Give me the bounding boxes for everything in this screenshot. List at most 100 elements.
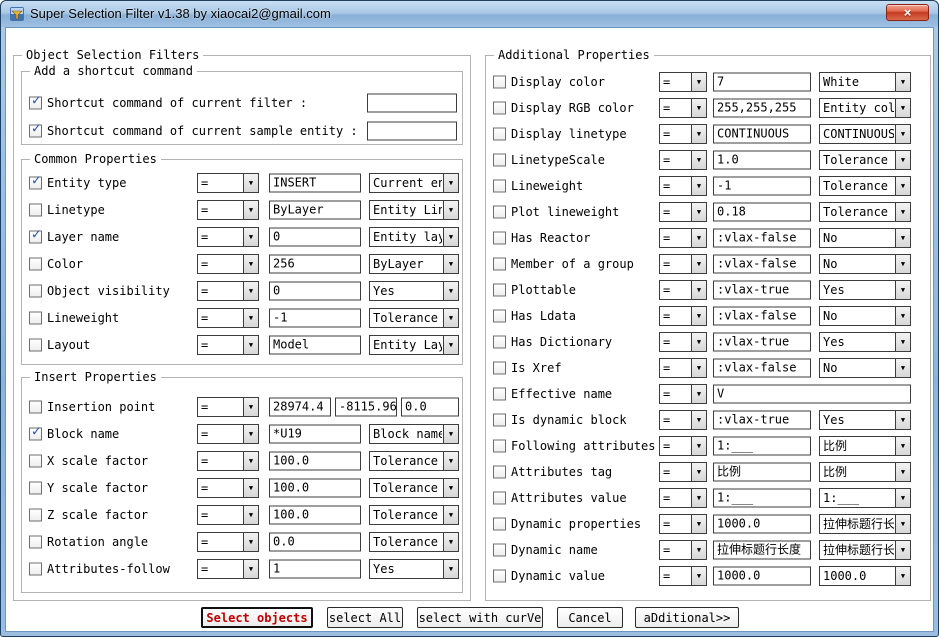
select-objects-button[interactable]: Select objects — [201, 607, 313, 628]
operator-dropdown[interactable]: = ▼ — [659, 384, 707, 404]
checkbox-following-attributes[interactable] — [493, 439, 506, 453]
checkbox-dynamic-name[interactable] — [493, 543, 506, 557]
mode-dropdown[interactable]: No ▼ — [819, 228, 911, 248]
operator-dropdown[interactable]: = ▼ — [659, 124, 707, 144]
value-input[interactable]: 255,255,255 — [713, 98, 811, 118]
value-input[interactable]: 100.0 — [269, 505, 361, 524]
operator-dropdown[interactable]: = ▼ — [197, 172, 259, 193]
mode-dropdown[interactable]: Tolerance ▼ — [819, 176, 911, 196]
checkbox-attributes-follow[interactable] — [29, 562, 42, 575]
operator-dropdown[interactable]: = ▼ — [659, 150, 707, 170]
checkbox-color[interactable] — [29, 257, 42, 270]
mode-dropdown[interactable]: Yes ▼ — [819, 410, 911, 430]
mode-dropdown[interactable]: Entity Layo▼ — [369, 334, 459, 355]
mode-dropdown[interactable]: Yes ▼ — [369, 280, 459, 301]
checkbox-shortcut-command-of-current-sample-entity[interactable]: ✓ — [29, 122, 42, 138]
value-input[interactable]: 256 — [269, 254, 361, 273]
operator-dropdown[interactable]: = ▼ — [197, 423, 259, 444]
value-input[interactable]: :vlax-false — [713, 254, 811, 274]
operator-dropdown[interactable]: = ▼ — [659, 462, 707, 482]
operator-dropdown[interactable]: = ▼ — [197, 280, 259, 301]
value-input[interactable] — [367, 121, 457, 141]
value-input[interactable]: Model — [269, 335, 361, 354]
checkbox-rotation-angle[interactable] — [29, 535, 42, 548]
checkbox-layer-name[interactable]: ✓ — [29, 227, 42, 243]
value-input[interactable]: *U19 — [269, 424, 361, 443]
value-input[interactable]: 0.18 — [713, 202, 811, 222]
value-input[interactable]: -1 — [269, 308, 361, 327]
mode-dropdown[interactable]: No ▼ — [819, 358, 911, 378]
value-input-y[interactable]: -8115.96 — [335, 397, 397, 416]
value-input[interactable]: :vlax-true — [713, 410, 811, 430]
value-input[interactable]: 1000.0 — [713, 514, 811, 534]
value-input-z[interactable]: 0.0 — [401, 397, 459, 416]
mode-dropdown[interactable]: 拉伸标题行长 ▼ — [819, 514, 911, 534]
mode-dropdown[interactable]: Tolerance ▼ — [369, 531, 459, 552]
operator-dropdown[interactable]: = ▼ — [197, 307, 259, 328]
checkbox-x-scale-factor[interactable] — [29, 454, 42, 467]
value-input[interactable]: CONTINUOUS — [713, 124, 811, 144]
checkbox-plot-lineweight[interactable] — [493, 205, 506, 219]
operator-dropdown[interactable]: = ▼ — [197, 253, 259, 274]
value-input[interactable]: :vlax-false — [713, 358, 811, 378]
operator-dropdown[interactable]: = ▼ — [197, 450, 259, 471]
value-input[interactable]: :vlax-false — [713, 228, 811, 248]
operator-dropdown[interactable]: = ▼ — [659, 540, 707, 560]
checkbox-is-dynamic-block[interactable] — [493, 413, 506, 427]
checkbox-shortcut-command-of-current-filter[interactable]: ✓ — [29, 94, 42, 110]
operator-dropdown[interactable]: = ▼ — [197, 558, 259, 579]
value-input-x[interactable]: 28974.4 — [269, 397, 331, 416]
operator-dropdown[interactable]: = ▼ — [659, 566, 707, 586]
operator-dropdown[interactable]: = ▼ — [659, 436, 707, 456]
mode-dropdown[interactable]: Tolerance ▼ — [819, 150, 911, 170]
value-input[interactable]: V — [713, 384, 911, 404]
value-input[interactable]: 1:___ — [713, 436, 811, 456]
value-input[interactable]: 1.0 — [713, 150, 811, 170]
checkbox-attributes-value[interactable] — [493, 491, 506, 505]
mode-dropdown[interactable]: White ▼ — [819, 72, 911, 92]
mode-dropdown[interactable]: 1000.0 ▼ — [819, 566, 911, 586]
mode-dropdown[interactable]: No ▼ — [819, 254, 911, 274]
checkbox-member-of-a-group[interactable] — [493, 257, 506, 271]
operator-dropdown[interactable]: = ▼ — [659, 488, 707, 508]
checkbox-block-name[interactable]: ✓ — [29, 424, 42, 440]
checkbox-object-visibility[interactable] — [29, 284, 42, 297]
checkbox-linetype[interactable] — [29, 203, 42, 216]
value-input[interactable]: -1 — [713, 176, 811, 196]
value-input[interactable]: ByLayer — [269, 200, 361, 219]
mode-dropdown[interactable]: Tolerance ▼ — [819, 202, 911, 222]
value-input[interactable]: 1000.0 — [713, 566, 811, 586]
operator-dropdown[interactable]: = ▼ — [659, 410, 707, 430]
mode-dropdown[interactable]: Yes ▼ — [819, 280, 911, 300]
operator-dropdown[interactable]: = ▼ — [197, 334, 259, 355]
checkbox-z-scale-factor[interactable] — [29, 508, 42, 521]
operator-dropdown[interactable]: = ▼ — [659, 280, 707, 300]
operator-dropdown[interactable]: = ▼ — [197, 199, 259, 220]
titlebar[interactable]: Super Selection Filter v1.38 by xiaocai2… — [1, 1, 938, 27]
operator-dropdown[interactable]: = ▼ — [197, 477, 259, 498]
additional-toggle-button[interactable]: aDditional>> — [635, 607, 739, 628]
mode-dropdown[interactable]: Block name ▼ — [369, 423, 459, 444]
operator-dropdown[interactable]: = ▼ — [659, 306, 707, 326]
checkbox-plottable[interactable] — [493, 283, 506, 297]
operator-dropdown[interactable]: = ▼ — [197, 504, 259, 525]
value-input[interactable]: :vlax-true — [713, 332, 811, 352]
checkbox-has-ldata[interactable] — [493, 309, 506, 323]
operator-dropdown[interactable]: = ▼ — [197, 396, 259, 417]
checkbox-effective-name[interactable] — [493, 387, 506, 401]
checkbox-lineweight[interactable] — [29, 311, 42, 324]
value-input[interactable]: 100.0 — [269, 478, 361, 497]
operator-dropdown[interactable]: = ▼ — [659, 98, 707, 118]
checkbox-dynamic-properties[interactable] — [493, 517, 506, 531]
checkbox-linetypescale[interactable] — [493, 153, 506, 167]
cancel-button[interactable]: Cancel — [557, 607, 623, 628]
value-input[interactable] — [367, 93, 457, 113]
checkbox-insertion-point[interactable] — [29, 400, 42, 413]
operator-dropdown[interactable]: = ▼ — [659, 176, 707, 196]
operator-dropdown[interactable]: = ▼ — [659, 254, 707, 274]
value-input[interactable]: 7 — [713, 72, 811, 92]
value-input[interactable]: :vlax-true — [713, 280, 811, 300]
checkbox-dynamic-value[interactable] — [493, 569, 506, 583]
mode-dropdown[interactable]: CONTINUOUS ▼ — [819, 124, 911, 144]
checkbox-y-scale-factor[interactable] — [29, 481, 42, 494]
